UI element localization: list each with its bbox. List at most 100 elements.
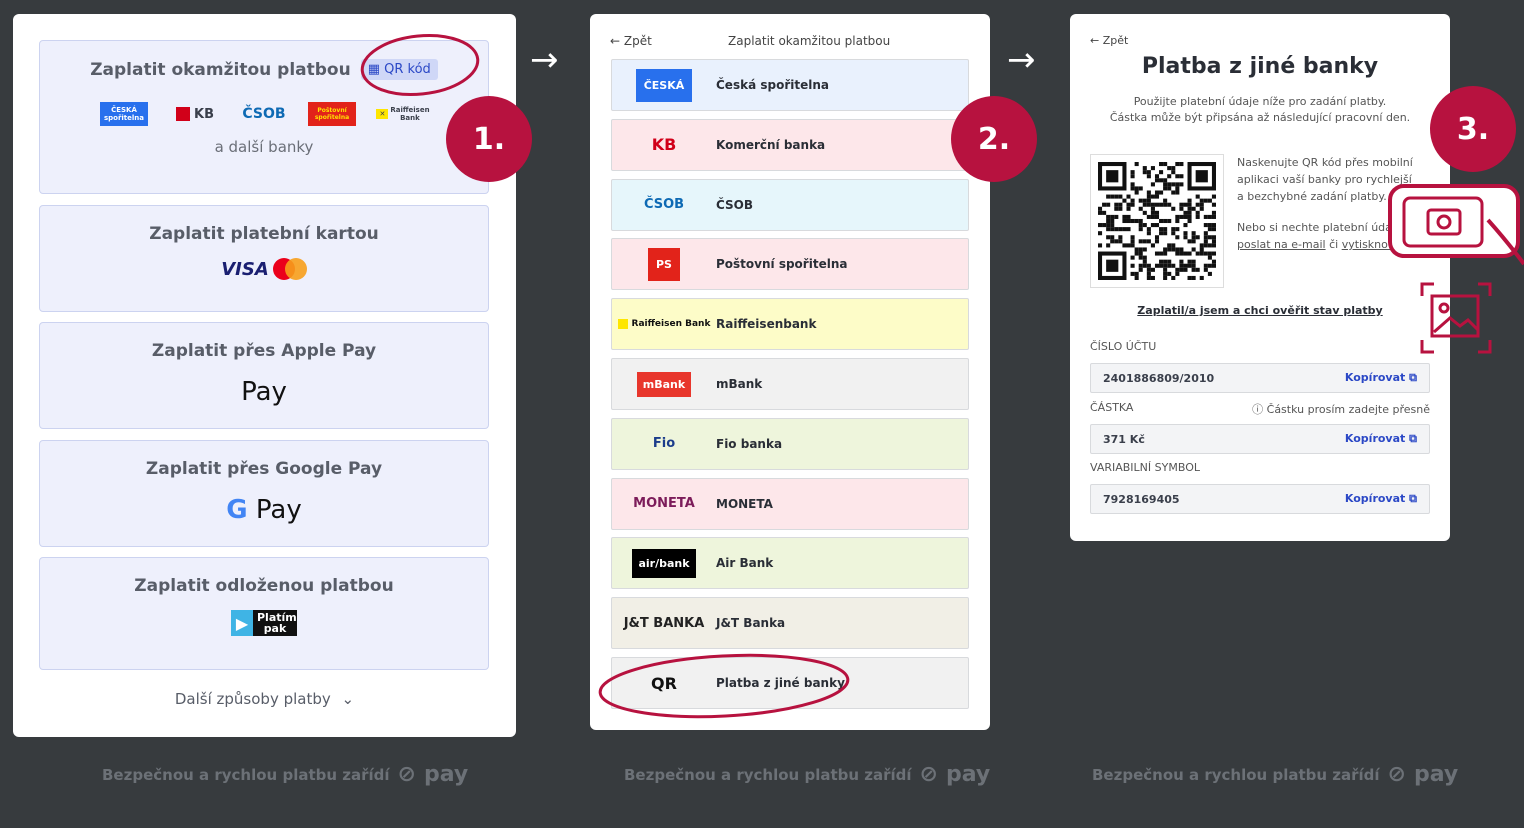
deferred-payment-option[interactable]: Zaplatit odloženou platbou ▶ Platím pak	[39, 557, 489, 670]
bank-logo-icon: ČSOB	[643, 197, 685, 213]
arrow-right-icon: →	[530, 40, 559, 80]
amount-field: 371 Kč Kopírovat ⧉	[1090, 424, 1430, 454]
account-field: 2401886809/2010 Kopírovat ⧉	[1090, 363, 1430, 393]
footer-2: Bezpečnou a rychlou platbu zařídí ⊘ pay	[624, 762, 991, 787]
thepay-logo-icon: ⊘	[1387, 762, 1406, 787]
bank-name-label: ČSOB	[716, 197, 754, 212]
mastercard-logo	[272, 258, 307, 280]
apple-pay-title: Zaplatit přes Apple Pay	[151, 341, 377, 361]
bank-name-label: Raiffeisenbank	[716, 317, 817, 332]
bank-row[interactable]: J&T BANKA J&T Banka	[611, 597, 969, 650]
more-banks-note: a další banky	[214, 138, 314, 156]
google-pay-logo: G Pay	[226, 495, 302, 525]
qr-highlight-ellipse	[360, 34, 480, 96]
thepay-logo-icon: ⊘	[919, 762, 938, 787]
bank-logo-icon: PS	[612, 247, 716, 281]
step-badge-2: 2.	[951, 96, 1037, 182]
bank-logo-icon: Fio	[652, 436, 676, 452]
verify-payment-link[interactable]: Zaplatil/a jsem a chci ověřit stav platb…	[1070, 304, 1450, 317]
apple-pay-option[interactable]: Zaplatit přes Apple Pay Pay	[39, 322, 489, 429]
bank-row[interactable]: Fio Fio banka	[611, 417, 969, 470]
bank-logo-icon: ČESKÁ	[612, 68, 716, 102]
arrow-left-icon: ←	[610, 34, 621, 48]
more-payment-methods-button[interactable]: Další způsoby platby ⌄	[13, 690, 516, 708]
bank-logos-row: ČESKÁ spořitelna KB ČSOB Poštovní spořit…	[40, 102, 488, 126]
bank-logo-icon: J&T BANKA	[623, 615, 705, 631]
payment-methods-panel: Zaplatit okamžitou platbou ▦ QR kód ČESKÁ…	[13, 14, 516, 737]
platimpak-logo: ▶ Platím pak	[40, 610, 488, 636]
back-button[interactable]: ← Zpět	[1090, 34, 1128, 47]
gallery-image-icon	[1420, 282, 1492, 354]
apple-pay-logo: Pay	[241, 377, 287, 407]
payment-qr-code	[1090, 154, 1224, 288]
copy-icon: ⧉	[1409, 492, 1417, 505]
back-button[interactable]: ← Zpět	[610, 34, 652, 48]
google-g-icon: G	[226, 495, 248, 525]
bank-name-label: Air Bank	[716, 556, 774, 571]
info-icon: ⓘ	[1252, 403, 1264, 416]
card-payment-title: Zaplatit platební kartou	[149, 224, 379, 244]
raiffeisen-logo: ✕ Raiffeisen Bank	[376, 102, 430, 126]
account-value: 2401886809/2010	[1103, 371, 1215, 385]
copy-icon: ⧉	[1409, 432, 1417, 445]
arrow-left-icon: ←	[1090, 34, 1100, 47]
other-bank-panel: ← Zpět Platba z jiné banky Použijte plat…	[1070, 14, 1450, 541]
arrow-right-icon: →	[1007, 40, 1036, 80]
bank-row[interactable]: air/bank Air Bank	[611, 537, 969, 590]
csob-logo: ČSOB	[242, 106, 286, 122]
step-badge-3: 3.	[1430, 86, 1516, 172]
deferred-payment-title: Zaplatit odloženou platbou	[134, 576, 394, 596]
bank-name-label: Poštovní spořitelna	[716, 257, 848, 272]
bank-logo-icon: Raiffeisen Bank	[612, 319, 716, 330]
bank-row[interactable]: MONETA MONETA	[611, 477, 969, 530]
email-link[interactable]: poslat na e-mail	[1237, 238, 1326, 251]
thepay-logo-icon: ⊘	[397, 762, 416, 787]
bank-logo-icon: mBank	[612, 371, 716, 397]
copy-vs-button[interactable]: Kopírovat ⧉	[1345, 492, 1417, 506]
chevron-down-icon: ⌄	[341, 690, 355, 708]
kb-logo: KB	[170, 102, 220, 126]
postovni-sporitelna-logo: Poštovní spořitelna	[308, 102, 356, 126]
bank-name-label: MONETA	[716, 496, 773, 511]
bank-logo-icon: MONETA	[633, 496, 695, 512]
bank-logo-icon: KB	[651, 135, 677, 155]
amount-label: ČÁSTKA	[1090, 401, 1134, 414]
amount-hint: ⓘ Částku prosím zadejte přesně	[1252, 403, 1430, 416]
panel2-title: Zaplatit okamžitou platbou	[728, 34, 891, 48]
google-pay-title: Zaplatit přes Google Pay	[145, 459, 383, 479]
bank-selection-panel: ← Zpět Zaplatit okamžitou platbou ČESKÁ Č…	[590, 14, 990, 730]
vs-value: 7928169405	[1103, 492, 1180, 506]
amount-value: 371 Kč	[1103, 432, 1145, 446]
bank-name-label: J&T Banka	[716, 616, 786, 631]
bank-row[interactable]: Raiffeisen Bank Raiffeisenbank	[611, 298, 969, 351]
bank-row[interactable]: PS Poštovní spořitelna	[611, 238, 969, 291]
card-logos: VISA	[40, 258, 488, 280]
bank-row[interactable]: KB Komerční banka	[611, 118, 969, 171]
copy-amount-button[interactable]: Kopírovat ⧉	[1345, 432, 1417, 446]
panel3-title: Platba z jiné banky	[1141, 54, 1379, 79]
vs-label: VARIABILNÍ SYMBOL	[1090, 461, 1200, 474]
bank-name-label: Česká spořitelna	[716, 78, 829, 92]
panel3-description: Použijte platební údaje níže pro zadání …	[1109, 95, 1411, 124]
visa-logo: VISA	[221, 258, 269, 280]
vs-field: 7928169405 Kopírovat ⧉	[1090, 484, 1430, 514]
bank-row[interactable]: ČSOB ČSOB	[611, 178, 969, 231]
footer-3: Bezpečnou a rychlou platbu zařídí ⊘ pay	[1092, 762, 1459, 787]
other-bank-highlight-ellipse	[598, 653, 850, 719]
card-payment-option[interactable]: Zaplatit platební kartou VISA	[39, 205, 489, 312]
bank-row[interactable]: mBank mBank	[611, 358, 969, 410]
account-label: ČÍSLO ÚČTU	[1090, 340, 1157, 353]
google-pay-option[interactable]: Zaplatit přes Google Pay G Pay	[39, 440, 489, 547]
bank-name-label: mBank	[716, 377, 763, 391]
footer-1: Bezpečnou a rychlou platbu zařídí ⊘ pay	[102, 762, 469, 787]
bank-logo-icon: air/bank	[612, 548, 716, 578]
copy-icon: ⧉	[1409, 371, 1417, 384]
copy-account-button[interactable]: Kopírovat ⧉	[1345, 371, 1417, 385]
ceska-sporitelna-logo: ČESKÁ spořitelna	[100, 102, 148, 126]
instant-payment-title: Zaplatit okamžitou platbou	[90, 60, 351, 80]
bank-name-label: Fio banka	[716, 436, 783, 451]
bank-name-label: Komerční banka	[716, 137, 826, 152]
step-badge-1: 1.	[446, 96, 532, 182]
bank-row[interactable]: ČESKÁ Česká spořitelna	[611, 59, 969, 111]
camera-icon	[1388, 184, 1524, 266]
